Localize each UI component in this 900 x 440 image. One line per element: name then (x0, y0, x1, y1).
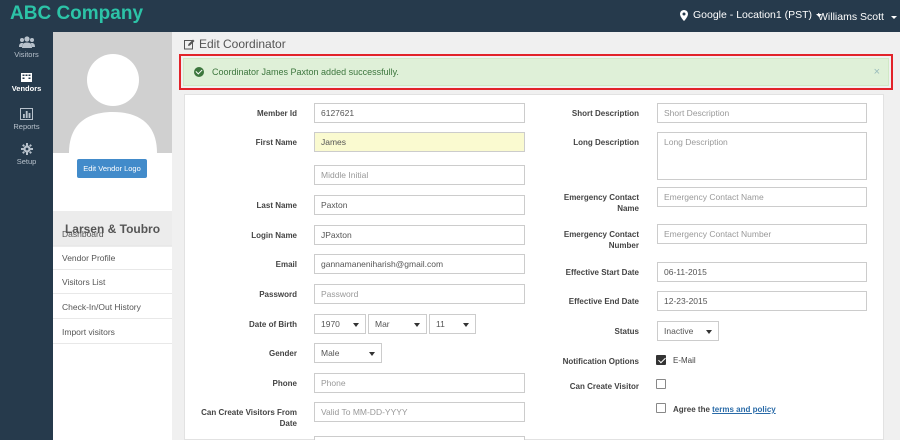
middle-initial-input[interactable]: Middle Initial (314, 165, 525, 185)
chevron-down-icon (890, 15, 897, 19)
short-desc-label: Short Description (571, 109, 639, 118)
status-select[interactable]: Inactive (657, 321, 719, 341)
login-name-label: Login Name (251, 231, 297, 240)
password-label: Password (259, 290, 297, 299)
emergency-number-label: Emergency Contact Number (563, 230, 639, 250)
nav-item-vendors[interactable]: Vendors (0, 73, 53, 93)
dob-day-select[interactable]: 11 (429, 314, 476, 334)
next-field-input[interactable] (314, 436, 525, 440)
start-date-label: Effective Start Date (565, 268, 639, 277)
can-create-from-label: Can Create Visitors From Date (201, 408, 297, 428)
long-desc-textarea[interactable]: Long Description (657, 132, 867, 180)
start-date-input[interactable]: 06-11-2015 (657, 262, 867, 282)
phone-label: Phone (272, 379, 297, 388)
nav-label: Setup (16, 157, 37, 166)
nav-label: Visitors (14, 50, 39, 59)
edit-icon (184, 39, 195, 49)
location-selector[interactable]: Google - Location1 (PST) (680, 9, 823, 21)
last-name-label: Last Name (256, 201, 297, 210)
email-notification-checkbox[interactable] (656, 355, 666, 365)
gender-select[interactable]: Male (314, 343, 382, 363)
bar-chart-icon (20, 108, 33, 120)
password-input[interactable]: Password (314, 284, 525, 304)
emergency-name-label: Emergency Contact Name (563, 193, 639, 213)
can-create-visitor-checkbox[interactable] (656, 379, 666, 389)
menu-item-import-visitors[interactable]: Import visitors (53, 320, 172, 344)
nav-item-reports[interactable]: Reports (0, 108, 53, 131)
menu-item-vendor-profile[interactable]: Vendor Profile (53, 246, 172, 270)
agree-checkbox[interactable] (656, 403, 666, 413)
last-name-input[interactable]: Paxton (314, 195, 525, 215)
alert-message: Coordinator James Paxton added successfu… (212, 67, 399, 77)
user-name: Williams Scott (818, 11, 884, 23)
first-name-label: First Name (255, 138, 297, 147)
nav-item-visitors[interactable]: Visitors (0, 36, 53, 59)
brand-logo[interactable]: ABC Company (10, 3, 143, 25)
can-create-visitor-label: Can Create Visitor (569, 382, 639, 391)
short-desc-input[interactable]: Short Description (657, 103, 867, 123)
can-create-from-input[interactable]: Valid To MM-DD-YYYY (314, 402, 525, 422)
menu-item-visitors-list[interactable]: Visitors List (53, 270, 172, 294)
user-menu[interactable]: Williams Scott (818, 11, 897, 23)
terms-link[interactable]: terms and policy (712, 405, 776, 414)
alert-highlight: Coordinator James Paxton added successfu… (179, 54, 893, 90)
end-date-input[interactable]: 12-23-2015 (657, 291, 867, 311)
main-content: Edit Coordinator Coordinator James Paxto… (172, 32, 900, 440)
location-label: Google - Location1 (PST) (693, 9, 813, 21)
status-label: Status (614, 327, 639, 336)
building-icon (21, 73, 32, 82)
login-name-input[interactable]: JPaxton (314, 225, 525, 245)
emergency-number-input[interactable]: Emergency Contact Number (657, 224, 867, 244)
long-desc-label: Long Description (573, 138, 639, 147)
map-marker-icon (680, 9, 688, 21)
dob-label: Date of Birth (249, 320, 297, 329)
vendor-avatar (53, 32, 172, 153)
dob-month-select[interactable]: Mar (368, 314, 427, 334)
email-label: Email (275, 260, 297, 269)
agree-text: Agree the terms and policy (673, 405, 776, 414)
avatar-placeholder-icon (69, 54, 157, 153)
email-option-label: E-Mail (673, 356, 696, 365)
notification-label: Notification Options (562, 357, 639, 366)
menu-item-dashboard[interactable]: Dashboard (53, 222, 172, 246)
member-id-label: Member Id (256, 109, 297, 118)
coordinator-form: Member Id 6127621 First Name James Middl… (184, 94, 884, 440)
nav-item-setup[interactable]: Setup (0, 143, 53, 166)
email-input[interactable]: gannamaneniharish@gmail.com (314, 254, 525, 274)
first-name-input[interactable]: James (314, 132, 525, 152)
close-icon[interactable]: × (874, 59, 880, 85)
page-title: Edit Coordinator (184, 37, 286, 51)
users-icon (18, 36, 35, 48)
phone-input[interactable]: Phone (314, 373, 525, 393)
left-nav: Visitors Vendors Reports Setup (0, 32, 53, 440)
nav-label: Vendors (11, 84, 42, 93)
edit-vendor-logo-button[interactable]: Edit Vendor Logo (77, 159, 147, 178)
gear-icon (20, 143, 33, 155)
nav-label: Reports (13, 122, 40, 131)
dob-year-select[interactable]: 1970 (314, 314, 366, 334)
emergency-name-input[interactable]: Emergency Contact Name (657, 187, 867, 207)
vendor-sidebar: Edit Vendor Logo Larsen & Toubro Dashboa… (53, 32, 172, 440)
end-date-label: Effective End Date (568, 297, 639, 306)
top-bar: ABC Company Google - Location1 (PST) Wil… (0, 0, 900, 32)
success-alert: Coordinator James Paxton added successfu… (183, 58, 889, 86)
menu-item-check-in-out-history[interactable]: Check-In/Out History (53, 295, 172, 319)
member-id-input[interactable]: 6127621 (314, 103, 525, 123)
gender-label: Gender (268, 349, 297, 358)
check-circle-icon (194, 67, 204, 77)
